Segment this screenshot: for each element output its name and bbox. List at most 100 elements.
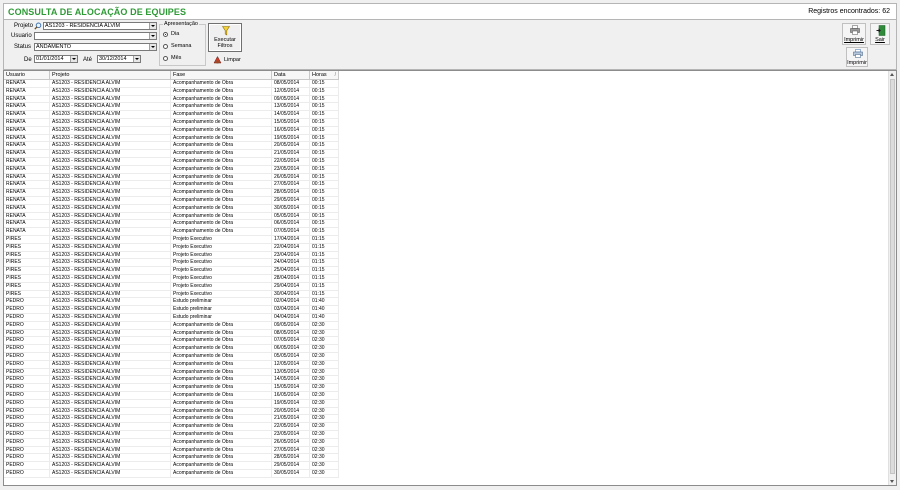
radio-icon[interactable] — [163, 55, 168, 61]
table-row[interactable]: PEDRO AS1203 - RESIDENCIA ALVIM Estudo pre… — [4, 306, 339, 314]
table-row[interactable]: PEDRO AS1203 - RESIDENCIA ALVIM Estudo pre… — [4, 314, 339, 322]
cell-usuario: PEDRO — [4, 353, 50, 361]
radio-dia[interactable]: Dia — [163, 31, 179, 37]
table-row[interactable]: RENATA AS1203 - RESIDENCIA ALVIM Acompanha… — [4, 87, 339, 96]
table-row[interactable]: RENATA AS1203 - RESIDENCIA ALVIM Acompanha… — [4, 165, 339, 174]
table-row[interactable]: PIRES AS1203 - RESIDENCIA ALVIM Projeto Ex… — [4, 267, 339, 275]
table-row[interactable]: RENATA AS1203 - RESIDENCIA ALVIM Acompanha… — [4, 134, 339, 143]
chevron-down-icon[interactable] — [70, 56, 77, 62]
table-row[interactable]: PIRES AS1203 - RESIDENCIA ALVIM Projeto Ex… — [4, 259, 339, 268]
table-row[interactable]: PEDRO AS1203 - RESIDENCIA ALVIM Acompanham… — [4, 368, 339, 377]
table-row[interactable]: PIRES AS1203 - RESIDENCIA ALVIM Projeto Ex… — [4, 290, 339, 299]
imprimir-button[interactable]: Imprimir — [842, 23, 866, 45]
table-row[interactable]: PIRES AS1203 - RESIDENCIA ALVIM Projeto Ex… — [4, 236, 339, 244]
table-row[interactable]: RENATA AS1203 - RESIDENCIA ALVIM Acompanha… — [4, 126, 339, 135]
cell-fase: Acompanhamento de Obra — [171, 360, 272, 369]
de-date-field[interactable]: 01/01/2014 — [34, 55, 78, 63]
table-row[interactable]: RENATA AS1203 - RESIDENCIA ALVIM Acompanha… — [4, 212, 339, 221]
table-row[interactable]: PEDRO AS1203 - RESIDENCIA ALVIM Acompanham… — [4, 321, 339, 330]
cell-usuario: PEDRO — [4, 376, 50, 385]
column-header-horas[interactable]: Horas / — [310, 71, 339, 80]
cell-fase: Acompanhamento de Obra — [171, 321, 272, 330]
column-header-fase[interactable]: Fase — [171, 71, 272, 80]
results-grid[interactable]: Usuario Projeto Fase Data Horas / RENATA… — [3, 70, 897, 486]
table-row[interactable]: PEDRO AS1203 - RESIDENCIA ALVIM Acompanham… — [4, 415, 339, 424]
table-row[interactable]: PEDRO AS1203 - RESIDENCIA ALVIM Acompanham… — [4, 438, 339, 447]
table-row[interactable]: RENATA AS1203 - RESIDENCIA ALVIM Acompanha… — [4, 204, 339, 213]
table-row[interactable]: RENATA AS1203 - RESIDENCIA ALVIM Acompanha… — [4, 173, 339, 182]
table-row[interactable]: RENATA AS1203 - RESIDENCIA ALVIM Acompanha… — [4, 103, 339, 112]
table-row[interactable]: PIRES AS1203 - RESIDENCIA ALVIM Projeto Ex… — [4, 251, 339, 260]
table-row[interactable]: PIRES AS1203 - RESIDENCIA ALVIM Projeto Ex… — [4, 275, 339, 283]
table-row[interactable]: PEDRO AS1203 - RESIDENCIA ALVIM Acompanham… — [4, 353, 339, 361]
table-row[interactable]: RENATA AS1203 - RESIDENCIA ALVIM Acompanha… — [4, 228, 339, 236]
table-row[interactable]: RENATA AS1203 - RESIDENCIA ALVIM Acompanha… — [4, 95, 339, 104]
ate-date-field[interactable]: 30/12/2014 — [97, 55, 141, 63]
table-row[interactable]: PEDRO AS1203 - RESIDENCIA ALVIM Acompanham… — [4, 423, 339, 431]
table-row[interactable]: RENATA AS1203 - RESIDENCIA ALVIM Acompanha… — [4, 189, 339, 197]
cell-fase: Acompanhamento de Obra — [171, 329, 272, 338]
chevron-down-icon[interactable] — [149, 33, 156, 39]
scroll-up-icon[interactable] — [890, 73, 894, 76]
cell-data: 21/05/2014 — [272, 415, 310, 424]
table-row[interactable]: PEDRO AS1203 - RESIDENCIA ALVIM Acompanham… — [4, 392, 339, 400]
radio-semana[interactable]: Semana — [163, 43, 192, 49]
status-select[interactable]: ANDAMENTO — [34, 43, 157, 51]
radio-icon[interactable] — [163, 43, 168, 49]
table-row[interactable]: PEDRO AS1203 - RESIDENCIA ALVIM Acompanham… — [4, 454, 339, 463]
limpar-button[interactable]: Limpar — [208, 53, 242, 66]
cell-horas: 02:30 — [310, 345, 339, 353]
table-row[interactable]: RENATA AS1203 - RESIDENCIA ALVIM Acompanha… — [4, 150, 339, 158]
sair-button[interactable]: Sair — [870, 23, 890, 45]
usuario-select[interactable] — [34, 32, 157, 40]
table-row[interactable]: PEDRO AS1203 - RESIDENCIA ALVIM Acompanham… — [4, 462, 339, 470]
magnifier-icon[interactable] — [34, 22, 42, 30]
cell-data: 28/05/2014 — [272, 189, 310, 197]
table-row[interactable]: PEDRO AS1203 - RESIDENCIA ALVIM Acompanham… — [4, 446, 339, 455]
table-row[interactable]: PEDRO AS1203 - RESIDENCIA ALVIM Acompanham… — [4, 399, 339, 408]
table-row[interactable]: PEDRO AS1203 - RESIDENCIA ALVIM Acompanham… — [4, 337, 339, 346]
chevron-down-icon[interactable] — [149, 44, 156, 50]
table-row[interactable]: PEDRO AS1203 - RESIDENCIA ALVIM Acompanham… — [4, 329, 339, 338]
chevron-down-icon[interactable] — [149, 23, 156, 29]
table-row[interactable]: PEDRO AS1203 - RESIDENCIA ALVIM Acompanham… — [4, 470, 339, 478]
radio-selected-icon[interactable] — [163, 31, 168, 37]
cell-fase: Acompanhamento de Obra — [171, 204, 272, 213]
column-header-data[interactable]: Data — [272, 71, 310, 80]
cell-fase: Acompanhamento de Obra — [171, 431, 272, 439]
table-row[interactable]: RENATA AS1203 - RESIDENCIA ALVIM Acompanha… — [4, 80, 339, 88]
table-row[interactable]: PEDRO AS1203 - RESIDENCIA ALVIM Acompanham… — [4, 360, 339, 369]
table-row[interactable]: RENATA AS1203 - RESIDENCIA ALVIM Acompanha… — [4, 142, 339, 151]
table-row[interactable]: PEDRO AS1203 - RESIDENCIA ALVIM Acompanham… — [4, 407, 339, 416]
column-header-usuario[interactable]: Usuario — [4, 71, 50, 80]
cell-usuario: PIRES — [4, 243, 50, 252]
table-row[interactable]: PEDRO AS1203 - RESIDENCIA ALVIM Acompanham… — [4, 431, 339, 439]
projeto-select[interactable]: AS1203 - RESIDENCIA ALVIM — [43, 22, 157, 30]
cell-fase: Acompanhamento de Obra — [171, 384, 272, 392]
cell-data: 20/05/2014 — [272, 407, 310, 416]
table-row[interactable]: PIRES AS1203 - RESIDENCIA ALVIM Projeto Ex… — [4, 243, 339, 252]
table-row[interactable]: PEDRO AS1203 - RESIDENCIA ALVIM Estudo pre… — [4, 298, 339, 307]
table-row[interactable]: PEDRO AS1203 - RESIDENCIA ALVIM Acompanham… — [4, 345, 339, 353]
table-row[interactable]: PEDRO AS1203 - RESIDENCIA ALVIM Acompanham… — [4, 376, 339, 385]
vertical-scrollbar[interactable] — [888, 71, 896, 485]
scroll-down-icon[interactable] — [890, 480, 894, 483]
table-row[interactable]: RENATA AS1203 - RESIDENCIA ALVIM Acompanha… — [4, 158, 339, 166]
imprimir-grid-button[interactable]: Imprimir — [846, 47, 868, 67]
table-row[interactable]: RENATA AS1203 - RESIDENCIA ALVIM Acompanha… — [4, 220, 339, 229]
sair-label: Sair — [875, 37, 885, 43]
table-row[interactable]: PIRES AS1203 - RESIDENCIA ALVIM Projeto Ex… — [4, 282, 339, 291]
chevron-down-icon[interactable] — [133, 56, 140, 62]
radio-mes[interactable]: Mês — [163, 55, 181, 61]
table-row[interactable]: RENATA AS1203 - RESIDENCIA ALVIM Acompanha… — [4, 111, 339, 119]
table-row[interactable]: RENATA AS1203 - RESIDENCIA ALVIM Acompanha… — [4, 197, 339, 205]
cell-usuario: PIRES — [4, 267, 50, 275]
table-row[interactable]: RENATA AS1203 - RESIDENCIA ALVIM Acompanha… — [4, 181, 339, 190]
column-header-projeto[interactable]: Projeto — [50, 71, 171, 80]
cell-projeto: AS1203 - RESIDENCIA ALVIM — [50, 228, 171, 236]
table-row[interactable]: PEDRO AS1203 - RESIDENCIA ALVIM Acompanham… — [4, 384, 339, 392]
scrollbar-thumb[interactable] — [890, 79, 895, 474]
table-row[interactable]: RENATA AS1203 - RESIDENCIA ALVIM Acompanha… — [4, 119, 339, 127]
cell-data: 14/05/2014 — [272, 111, 310, 119]
executar-filtros-button[interactable]: Executar Filtros — [208, 23, 242, 52]
